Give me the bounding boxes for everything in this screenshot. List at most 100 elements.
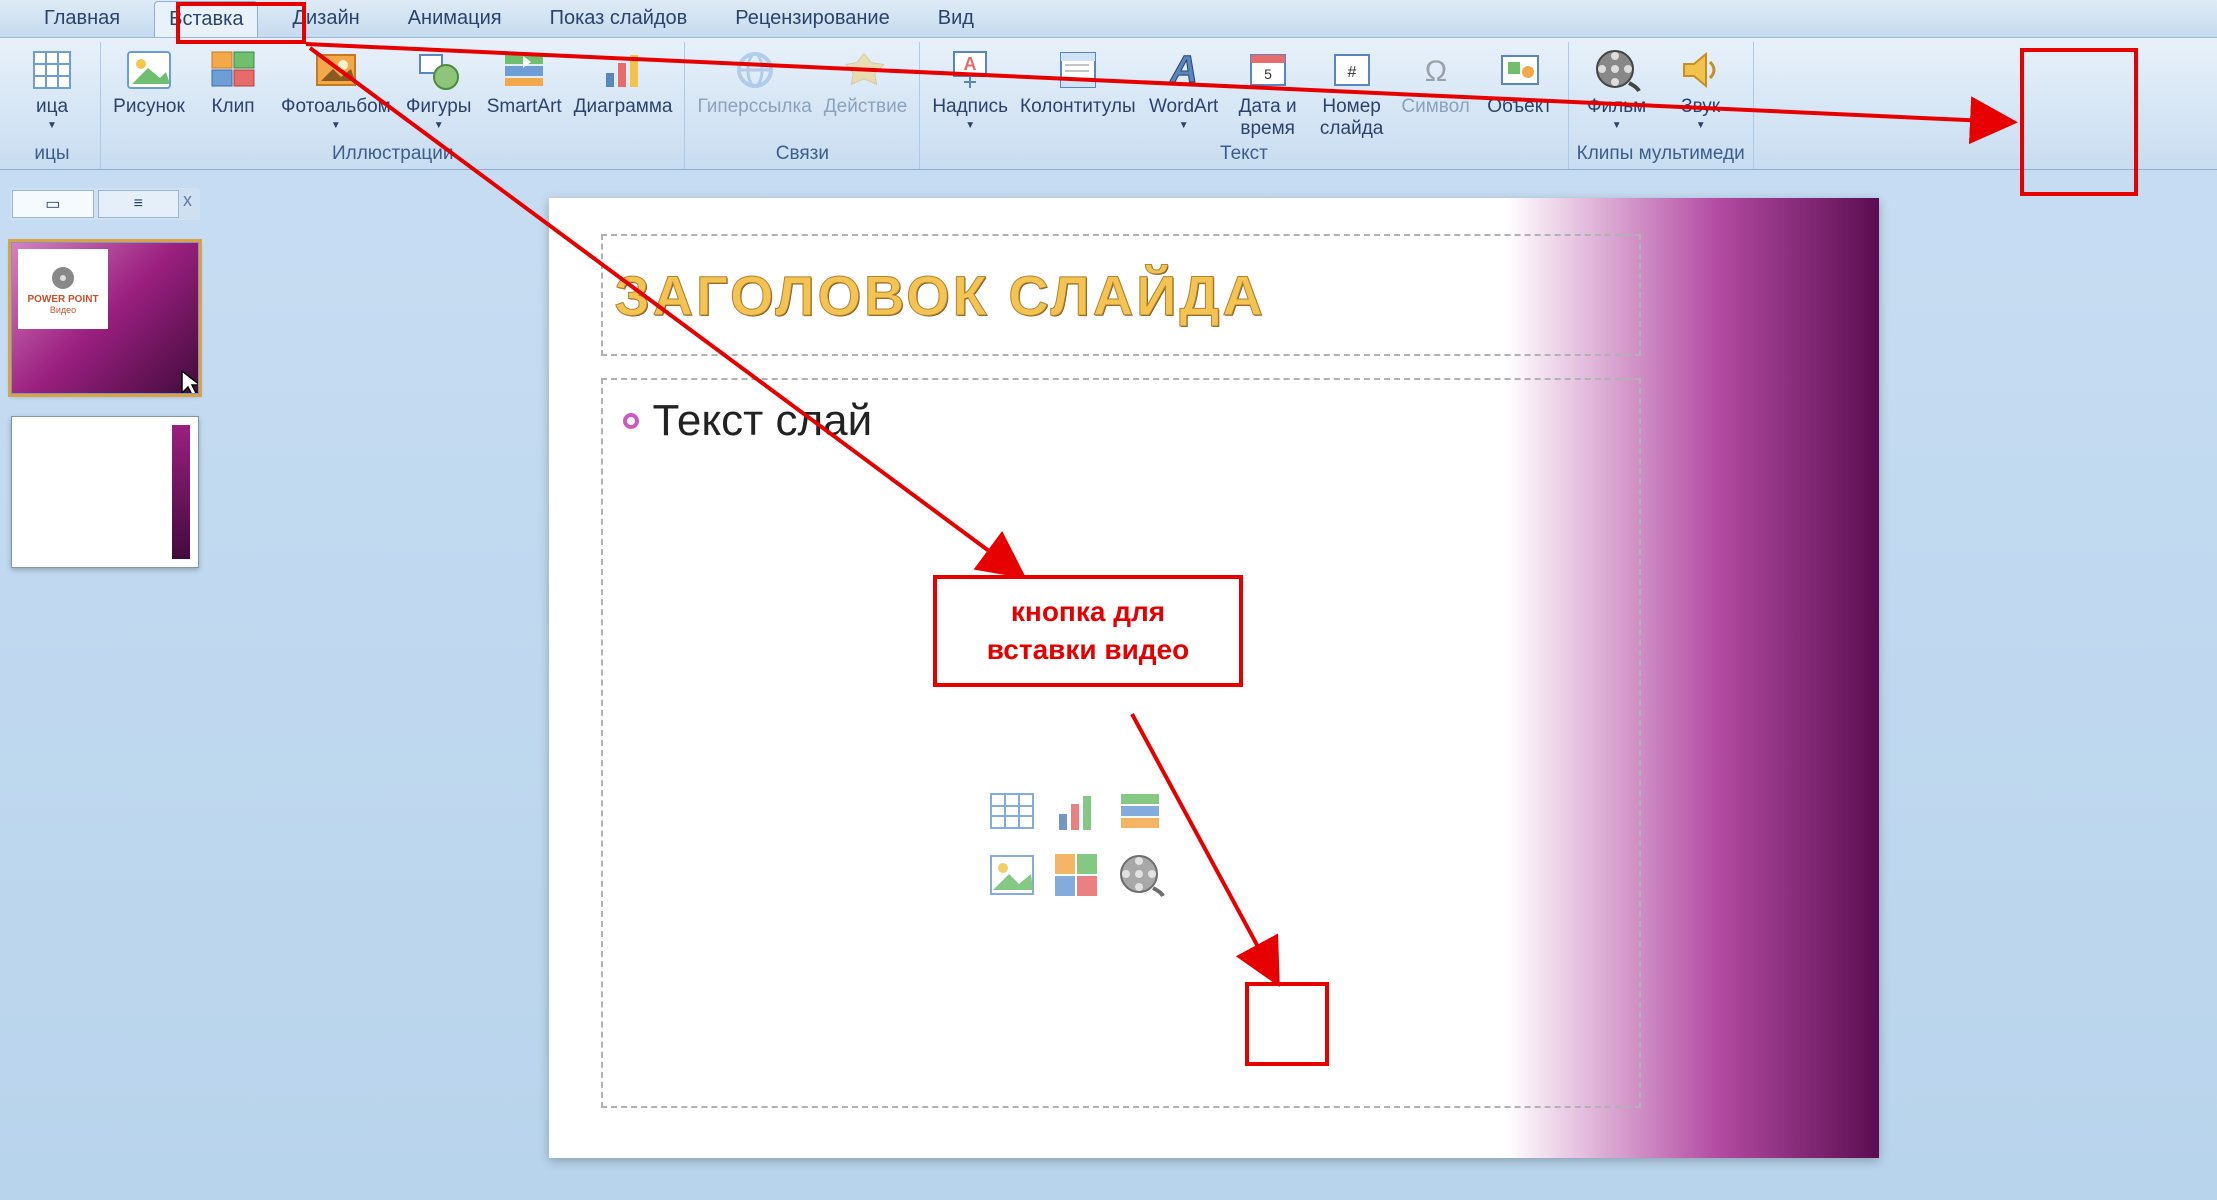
content-icons-grid [983, 782, 1173, 906]
symbol-button[interactable]: Ω Символ [1396, 42, 1476, 120]
ribbon-group-text: A Надпись ▼ Колонтитулы A WordArt ▼ [920, 42, 1568, 169]
photoalbum-label: Фотоальбом [281, 96, 391, 118]
dropdown-icon: ▼ [1696, 120, 1706, 131]
picture-icon [125, 46, 173, 94]
dropdown-icon: ▼ [1612, 120, 1622, 131]
picture-label: Рисунок [113, 96, 185, 118]
slides-tab-icon: ▭ [45, 194, 60, 214]
object-button[interactable]: Объект [1480, 42, 1560, 120]
thumb1-badge-text1: POWER POINT [27, 294, 98, 305]
chart-button[interactable]: Диаграмма [570, 42, 677, 120]
title-placeholder[interactable]: ЗАГОЛОВОК СЛАЙДА [601, 234, 1641, 356]
photoalbum-button[interactable]: Фотоальбом ▼ [277, 42, 395, 133]
ribbon-group-tables: ица ▼ ицы [4, 42, 101, 169]
action-button[interactable]: Действие [820, 42, 912, 120]
datetime-button[interactable]: 5 Дата и время [1228, 42, 1308, 142]
headerfooter-button[interactable]: Колонтитулы [1016, 42, 1140, 120]
sound-label: Звук [1681, 96, 1720, 118]
clip-button[interactable]: Клип [193, 42, 273, 120]
shapes-button[interactable]: Фигуры ▼ [399, 42, 479, 133]
insert-table-icon[interactable] [983, 782, 1041, 840]
slidenum-button[interactable]: # Номер слайда [1312, 42, 1392, 142]
group-title-media: Клипы мультимеди [1577, 143, 1745, 169]
slidenum-icon: # [1328, 46, 1376, 94]
object-label: Объект [1487, 96, 1552, 118]
annotation-callout: кнопка для вставки видео [933, 575, 1243, 687]
symbol-icon: Ω [1412, 46, 1460, 94]
dropdown-icon: ▼ [47, 120, 57, 131]
wordart-button[interactable]: A WordArt ▼ [1144, 42, 1224, 133]
ribbon-group-illustrations: Рисунок Клип Фотоальбом ▼ Фигуры [101, 42, 685, 169]
thumb1-reel-icon [43, 264, 83, 294]
thumbnails-pane: ▭ ≡ x POWER POINT Видео [0, 170, 210, 1200]
ribbon-group-media: Фильм ▼ Звук ▼ Клипы мультимеди [1569, 42, 1754, 169]
dropdown-icon: ▼ [331, 120, 341, 131]
slidenum-label: Номер слайда [1320, 96, 1383, 140]
thumbs-close-button[interactable]: x [183, 190, 198, 218]
group-title-illustrations: Иллюстрации [109, 143, 676, 169]
insert-clipart-icon[interactable] [1047, 846, 1105, 904]
body-placeholder[interactable]: Текст слай [601, 378, 1641, 1108]
tab-home[interactable]: Главная [30, 1, 134, 36]
ribbon-group-links: Гиперссылка Действие Связи [685, 42, 920, 169]
insert-media-icon[interactable] [1111, 846, 1169, 904]
movie-label: Фильм [1587, 96, 1646, 118]
thumb1-badge: POWER POINT Видео [18, 249, 108, 329]
bullet-icon [623, 413, 639, 429]
tab-design[interactable]: Дизайн [278, 1, 373, 36]
film-reel-icon [1593, 46, 1641, 94]
svg-text:5: 5 [1264, 66, 1272, 82]
slide-title-text: ЗАГОЛОВОК СЛАЙДА [615, 263, 1266, 328]
table-icon [28, 46, 76, 94]
svg-text:Ω: Ω [1424, 55, 1446, 88]
annotation-callout-line1: кнопка для [1011, 596, 1165, 627]
chart-icon [599, 46, 647, 94]
tab-view[interactable]: Вид [924, 1, 988, 36]
thumb1-badge-text2: Видео [50, 305, 76, 315]
insert-chart-icon[interactable] [1047, 782, 1105, 840]
tab-slideshow[interactable]: Показ слайдов [536, 1, 702, 36]
thumb-tab-slides[interactable]: ▭ [12, 190, 94, 218]
sound-button[interactable]: Звук ▼ [1661, 42, 1741, 133]
smartart-label: SmartArt [487, 96, 562, 118]
dropdown-icon: ▼ [1179, 120, 1189, 131]
ribbon: ица ▼ ицы Рисунок Клип [0, 38, 2217, 170]
shapes-icon [415, 46, 463, 94]
hyperlink-icon [731, 46, 779, 94]
cursor-icon [178, 369, 199, 394]
datetime-label: Дата и время [1239, 96, 1297, 140]
datetime-icon: 5 [1244, 46, 1292, 94]
annotation-callout-line2: вставки видео [987, 634, 1189, 665]
svg-text:#: # [1347, 64, 1356, 81]
picture-button[interactable]: Рисунок [109, 42, 189, 120]
photoalbum-icon [312, 46, 360, 94]
clip-label: Клип [211, 96, 254, 118]
slide-thumb-1[interactable]: POWER POINT Видео [11, 242, 199, 394]
object-icon [1496, 46, 1544, 94]
slide-thumb-2[interactable] [11, 416, 199, 568]
thumb2-bg [12, 417, 198, 567]
insert-picture-icon[interactable] [983, 846, 1041, 904]
action-label: Действие [824, 96, 908, 118]
movie-button[interactable]: Фильм ▼ [1577, 42, 1657, 133]
table-label: ица [36, 96, 68, 118]
smartart-button[interactable]: SmartArt [483, 42, 566, 120]
textbox-button[interactable]: A Надпись ▼ [928, 42, 1012, 133]
table-button[interactable]: ица ▼ [12, 42, 92, 133]
shapes-label: Фигуры [406, 96, 472, 118]
tab-animation[interactable]: Анимация [394, 1, 516, 36]
tab-review[interactable]: Рецензирование [721, 1, 903, 36]
thumb-tab-outline[interactable]: ≡ [98, 190, 180, 218]
svg-text:A: A [1169, 49, 1197, 91]
headerfooter-label: Колонтитулы [1020, 96, 1136, 118]
menu-tabs: Главная Вставка Дизайн Анимация Показ сл… [0, 0, 2217, 38]
outline-tab-icon: ≡ [134, 195, 143, 213]
thumb-tabs: ▭ ≡ x [10, 188, 200, 220]
tab-insert[interactable]: Вставка [154, 1, 258, 37]
group-title-tables: ицы [12, 143, 92, 169]
insert-smartart-icon[interactable] [1111, 782, 1169, 840]
slide-body-text: Текст слай [653, 396, 873, 446]
hyperlink-button[interactable]: Гиперссылка [693, 42, 815, 120]
thumb2-strip [172, 425, 190, 559]
wordart-icon: A [1160, 46, 1208, 94]
